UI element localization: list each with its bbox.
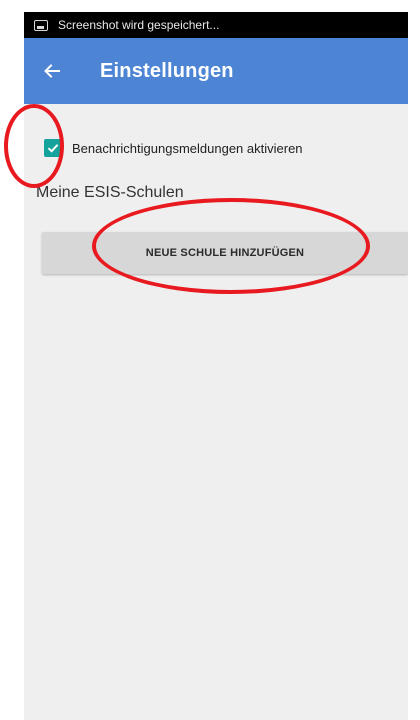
- notifications-setting[interactable]: Benachrichtigungsmeldungen aktivieren: [44, 136, 303, 160]
- app-bar: Einstellungen: [24, 38, 408, 104]
- checkmark-icon: [47, 144, 59, 153]
- status-text: Screenshot wird gespeichert...: [58, 18, 220, 32]
- status-bar: Screenshot wird gespeichert...: [24, 12, 408, 38]
- arrow-left-icon: [44, 64, 60, 78]
- phone-screen: Screenshot wird gespeichert... Einstellu…: [24, 12, 408, 720]
- page-title: Einstellungen: [100, 59, 234, 82]
- schools-section-title: Meine ESIS-Schulen: [36, 184, 184, 201]
- back-button[interactable]: [24, 38, 80, 104]
- notifications-checkbox[interactable]: [44, 139, 62, 157]
- add-school-button[interactable]: NEUE SCHULE HINZUFÜGEN: [42, 232, 408, 274]
- notifications-label: Benachrichtigungsmeldungen aktivieren: [72, 140, 303, 156]
- screenshot-icon: [34, 19, 48, 31]
